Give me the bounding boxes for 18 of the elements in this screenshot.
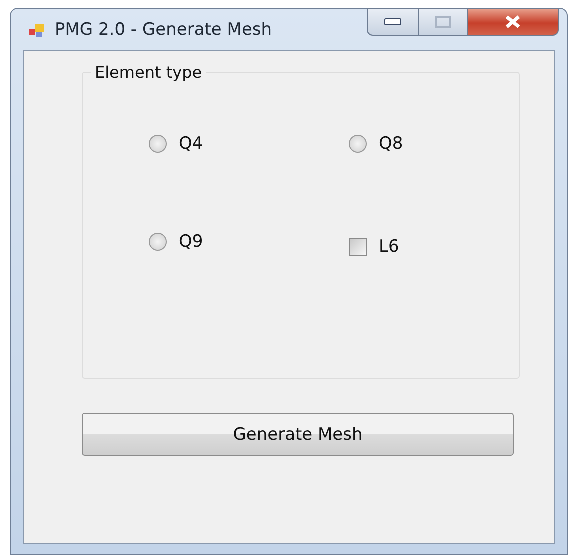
minimize-icon [384, 18, 402, 26]
group-label: Element type [94, 63, 204, 82]
radio-button[interactable] [149, 135, 167, 153]
window-title: PMG 2.0 - Generate Mesh [55, 20, 272, 40]
radio-button[interactable] [349, 135, 367, 153]
maximize-icon [435, 16, 451, 28]
app-icon [29, 22, 45, 38]
option-label[interactable]: L6 [379, 237, 400, 257]
option-label[interactable]: Q4 [179, 134, 204, 154]
radio-button[interactable] [149, 233, 167, 251]
close-button[interactable] [468, 8, 559, 36]
option-label[interactable]: Q8 [379, 134, 404, 154]
option-label[interactable]: Q9 [179, 232, 204, 252]
close-icon [504, 15, 522, 29]
minimize-button[interactable] [367, 8, 419, 36]
maximize-button[interactable] [419, 8, 468, 36]
generate-mesh-button[interactable]: Generate Mesh [82, 413, 514, 456]
checkbox[interactable] [349, 238, 367, 256]
